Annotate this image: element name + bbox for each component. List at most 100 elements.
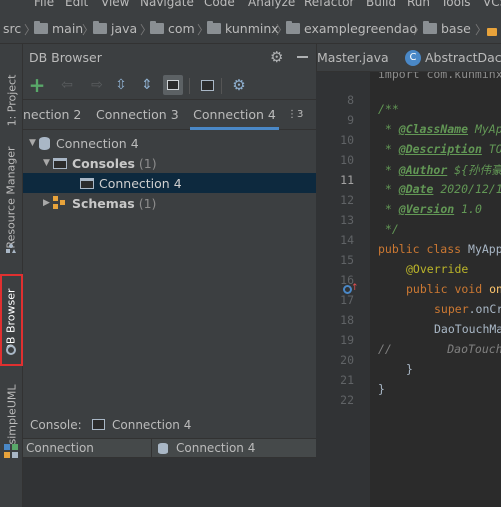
database-icon xyxy=(39,136,50,150)
console-connection-value[interactable]: Connection 4 xyxy=(112,418,191,432)
breadcrumb-label: examplegreendao xyxy=(304,20,418,36)
add-connection-icon[interactable]: + xyxy=(27,73,47,97)
connection-tree: ▼ Connection 4 ▼ Consoles (1) Connection… xyxy=(23,132,316,412)
column-header-connection-4[interactable]: Connection 4 xyxy=(176,441,255,455)
tool-tab-label: Resource Manager xyxy=(5,145,19,249)
breadcrumb-label: com xyxy=(168,20,195,36)
line-number: 13 xyxy=(340,213,354,227)
code-line: // DaoTouch xyxy=(378,342,501,356)
gear-icon[interactable]: ⚙ xyxy=(270,48,283,66)
tree-item-console-connection-4[interactable]: Connection 4 xyxy=(23,173,316,193)
breadcrumb-main[interactable]: main xyxy=(34,20,83,36)
line-number: 22 xyxy=(340,393,354,407)
code-line: * @ClassName MyAp xyxy=(378,122,501,136)
code-line: } xyxy=(378,382,385,396)
folder-icon xyxy=(286,20,300,34)
tab-master-java[interactable]: Master.java xyxy=(317,44,389,72)
code-line: public void on xyxy=(406,282,501,296)
menu-file[interactable]: File xyxy=(34,0,54,9)
connection-table-body xyxy=(23,458,316,507)
folder-icon xyxy=(34,20,48,34)
console-icon[interactable] xyxy=(197,75,217,95)
menu-code[interactable]: Code xyxy=(204,0,235,9)
tab-abstractdao[interactable]: AbstractDac xyxy=(425,44,501,72)
breadcrumb-kunminx[interactable]: kunminx xyxy=(207,20,279,36)
tool-tab-project[interactable]: 1: Project xyxy=(0,58,23,142)
minimize-icon[interactable] xyxy=(297,56,308,58)
menu-edit[interactable]: Edit xyxy=(65,0,88,9)
menu-navigate[interactable]: Navigate xyxy=(140,0,194,9)
tree-label: Connection 4 xyxy=(56,135,139,151)
tab-connection-2[interactable]: nection 2 xyxy=(23,100,81,130)
panel-title: DB Browser xyxy=(29,50,102,65)
editor-gutter: 8 9 10 10 11 12 13 14 15 16 17 18 19 20 … xyxy=(316,72,396,507)
menu-tools[interactable]: Tools xyxy=(441,0,471,9)
db-browser-toolbar: + ⇦ ⇨ ⇳ ⇕ ⚙ xyxy=(23,70,316,100)
breadcrumb-label: main xyxy=(52,20,84,36)
breadcrumb-examplegreendao[interactable]: examplegreendao xyxy=(286,20,417,36)
menu-refactor[interactable]: Refactor xyxy=(304,0,354,9)
tool-tab-resource-manager[interactable]: Resource Manager xyxy=(0,140,23,254)
line-number: 9 xyxy=(347,113,354,127)
editor-tabs: Master.java C AbstractDac xyxy=(316,44,501,72)
breadcrumb-src[interactable]: src xyxy=(3,20,21,36)
expand-arrow-icon[interactable]: ▶ xyxy=(43,198,53,208)
breadcrumb-base[interactable]: base xyxy=(423,20,471,36)
options-gear-icon[interactable]: ⚙ xyxy=(229,75,249,95)
tree-label: Connection 4 xyxy=(99,175,182,191)
code-line: @Override xyxy=(406,262,469,276)
consoles-folder-icon xyxy=(53,157,67,169)
tree-count: (1) xyxy=(138,195,157,211)
line-number: 15 xyxy=(340,253,354,267)
tool-tab-label: 1: Project xyxy=(5,74,18,126)
breadcrumb-label: kunminx xyxy=(225,20,279,36)
db-browser-panel: DB Browser ⚙ + ⇦ ⇨ ⇳ ⇕ ⚙ nection 2 Conne… xyxy=(23,44,316,507)
code-line: /** xyxy=(378,102,399,116)
menu-view[interactable]: View xyxy=(101,0,129,9)
tool-tab-simpleuml[interactable]: simpleUML xyxy=(0,374,23,454)
toolbar-divider xyxy=(221,78,222,94)
menu-run[interactable]: Run xyxy=(407,0,430,9)
code-line: * @Date 2020/12/1 xyxy=(378,182,501,196)
code-line: public class MyApp xyxy=(378,242,501,256)
breadcrumb-java[interactable]: java xyxy=(93,20,137,36)
line-number: 8 xyxy=(347,93,354,107)
tree-label: Consoles xyxy=(72,155,135,171)
code-line: * @Author ${孙伟豪 xyxy=(378,163,501,177)
tab-overflow-button[interactable]: ⋮3 xyxy=(287,100,303,130)
tree-item-connection[interactable]: ▼ Connection 4 xyxy=(29,133,139,153)
code-line: * @Version 1.0 xyxy=(378,202,482,216)
menu-build[interactable]: Build xyxy=(366,0,396,9)
tab-connection-3[interactable]: Connection 3 xyxy=(96,100,179,130)
menu-vcs[interactable]: VCS xyxy=(483,0,501,9)
collapse-all-icon[interactable]: ⇕ xyxy=(137,75,157,95)
back-icon[interactable]: ⇦ xyxy=(57,75,77,95)
connection-table-header: Connection Connection 4 xyxy=(23,438,316,458)
tab-connection-4[interactable]: Connection 4 xyxy=(190,100,279,130)
connection-tabs: nection 2 Connection 3 Connection 4 ⋮3 xyxy=(23,100,316,130)
tree-item-consoles[interactable]: ▼ Consoles (1) xyxy=(43,153,157,173)
menu-analyze[interactable]: Analyze xyxy=(248,0,295,9)
tool-tab-label: simpleUML xyxy=(5,384,19,444)
code-line: } xyxy=(406,362,413,376)
code-editor[interactable]: import com.kunminx /** * @ClassName MyAp… xyxy=(370,72,501,507)
collapse-arrow-icon[interactable]: ▼ xyxy=(29,138,39,148)
line-number: 12 xyxy=(340,193,354,207)
breadcrumb-com[interactable]: com xyxy=(150,20,195,36)
forward-icon[interactable]: ⇨ xyxy=(87,75,107,95)
database-icon xyxy=(158,443,168,454)
tree-label: Schemas xyxy=(72,195,135,211)
console-label: Console: xyxy=(30,418,82,432)
code-line: import com.kunminx xyxy=(378,72,501,81)
menu-bar: File Edit View Navigate Code Analyze Ref… xyxy=(0,0,501,12)
expand-all-icon[interactable]: ⇳ xyxy=(111,75,131,95)
class-icon: C xyxy=(405,50,421,66)
line-number: 14 xyxy=(340,233,354,247)
column-header-connection[interactable]: Connection xyxy=(26,441,94,455)
line-number: 10 xyxy=(340,153,354,167)
collapse-arrow-icon[interactable]: ▼ xyxy=(43,158,53,168)
line-number: 18 xyxy=(340,313,354,327)
line-number: 20 xyxy=(340,353,354,367)
tree-item-schemas[interactable]: ▶ Schemas (1) xyxy=(43,193,156,213)
settings-toggle-icon[interactable] xyxy=(163,75,183,95)
